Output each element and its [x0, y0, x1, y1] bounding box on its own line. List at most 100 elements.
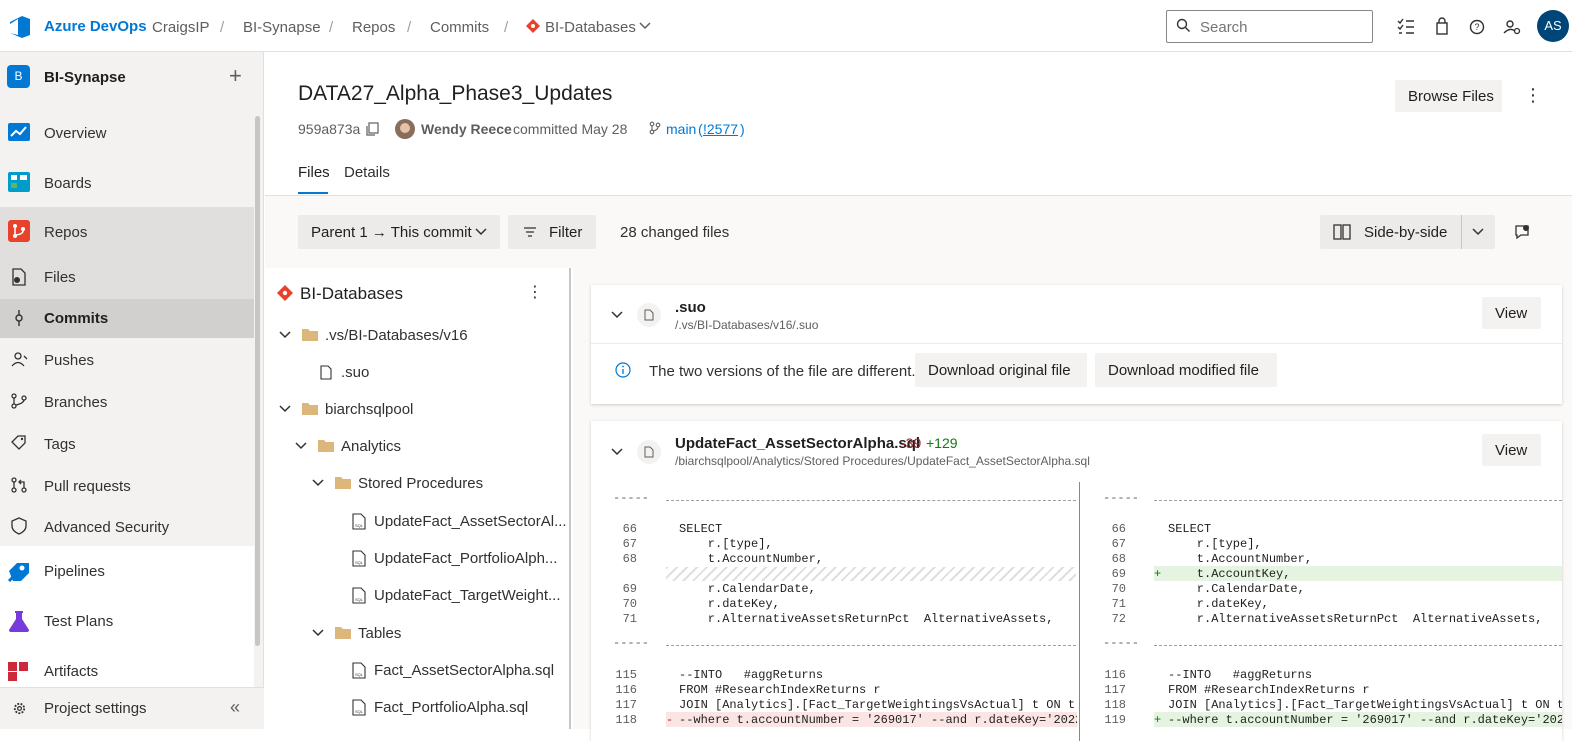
- pipelines-icon: [7, 563, 29, 583]
- tree-file[interactable]: SQL Fact_PortfolioAlpha.sql: [265, 689, 569, 726]
- comments-icon[interactable]: [1514, 224, 1530, 240]
- hunk-marker: -----: [613, 491, 650, 505]
- chevron-down-icon[interactable]: [611, 311, 623, 319]
- chevron-down-icon[interactable]: [611, 448, 623, 456]
- browse-files-button[interactable]: Browse Files: [1395, 80, 1502, 112]
- tree-file[interactable]: SQL UpdateFact_PortfolioAlph...: [265, 540, 569, 577]
- user-avatar[interactable]: AS: [1537, 10, 1569, 42]
- nav-test-plans[interactable]: Test Plans: [0, 596, 254, 646]
- side-by-side-button[interactable]: Side-by-side: [1320, 215, 1495, 249]
- hunk-marker: -----: [1103, 491, 1140, 505]
- breadcrumb-org[interactable]: CraigsIP: [152, 19, 210, 36]
- nav-pipelines[interactable]: Pipelines: [0, 546, 254, 596]
- task-list-icon[interactable]: [1395, 16, 1417, 38]
- compare-dropdown[interactable]: Parent 1 → This commit: [298, 215, 500, 249]
- view-file-button[interactable]: View: [1482, 297, 1541, 329]
- branch-link[interactable]: main: [666, 121, 696, 137]
- nav-files-label: Files: [44, 269, 76, 286]
- brand-link[interactable]: Azure DevOps: [44, 18, 147, 35]
- nav-boards-label: Boards: [44, 175, 92, 192]
- help-icon[interactable]: ?: [1466, 16, 1488, 38]
- nav-tags[interactable]: Tags: [0, 422, 254, 464]
- more-options-icon[interactable]: ⋮: [1524, 85, 1542, 106]
- repos-icon: [8, 220, 30, 242]
- new-item-plus-icon[interactable]: +: [229, 63, 242, 89]
- line-number: 118: [1104, 698, 1126, 712]
- pull-request-link[interactable]: !2577: [703, 121, 738, 137]
- code-line: t.AccountNumber,: [679, 552, 824, 566]
- file-tree: BI-Databases ⋮ .vs/BI-Databases/v16 .suo…: [265, 268, 571, 729]
- collapse-sidebar-icon[interactable]: «: [230, 697, 240, 718]
- breadcrumb-repo[interactable]: BI-Databases: [545, 19, 636, 36]
- author-name[interactable]: Wendy Reece: [421, 121, 512, 137]
- nav-overview[interactable]: Overview: [0, 107, 254, 157]
- sql-file-icon: SQL: [352, 513, 366, 530]
- tree-more-icon[interactable]: ⋮: [527, 282, 543, 302]
- diff-split-divider: [1079, 482, 1080, 741]
- line-number: 66: [1111, 522, 1126, 536]
- tree-folder[interactable]: .vs/BI-Databases/v16: [265, 317, 569, 354]
- tree-folder[interactable]: Analytics: [265, 428, 569, 465]
- copy-icon[interactable]: [366, 122, 379, 136]
- code-line: SELECT: [679, 522, 723, 536]
- changed-files-count: 28 changed files: [620, 224, 730, 241]
- download-modified-button[interactable]: Download modified file: [1095, 353, 1277, 387]
- tree-folder[interactable]: Stored Procedures: [265, 465, 569, 502]
- nav-commits[interactable]: Commits: [0, 299, 254, 338]
- git-repo-icon: [277, 285, 293, 301]
- chevron-down-icon[interactable]: [639, 22, 651, 30]
- tree-file[interactable]: .suo: [265, 354, 569, 391]
- left-navigation: B BI-Synapse + Overview Boards Repos Fil…: [0, 52, 264, 729]
- git-repo-icon: [526, 19, 540, 33]
- tree-file[interactable]: SQL Fact_AssetSectorAlpha.sql: [265, 652, 569, 689]
- nav-advanced-security[interactable]: Advanced Security: [0, 506, 254, 546]
- tree-folder[interactable]: biarchsqlpool: [265, 391, 569, 428]
- tab-files[interactable]: Files: [298, 164, 330, 181]
- chevron-down-icon[interactable]: [1472, 228, 1484, 236]
- nav-branches[interactable]: Branches: [0, 380, 254, 422]
- line-number: 70: [1111, 582, 1126, 596]
- breadcrumb-project[interactable]: BI-Synapse: [243, 19, 321, 36]
- marketplace-bag-icon[interactable]: [1431, 16, 1453, 38]
- nav-pushes[interactable]: Pushes: [0, 338, 254, 380]
- chevron-down-icon: [312, 479, 324, 487]
- commit-hash: 959a873a: [298, 121, 361, 137]
- filter-button[interactable]: Filter: [508, 215, 596, 249]
- tree-file[interactable]: SQL UpdateFact_TargetWeight...: [265, 577, 569, 614]
- search-box[interactable]: [1166, 10, 1373, 43]
- download-original-button[interactable]: Download original file: [915, 353, 1087, 387]
- nav-overview-label: Overview: [44, 125, 107, 142]
- breadcrumb-commits[interactable]: Commits: [430, 19, 489, 36]
- code-line: r.[type],: [679, 537, 773, 551]
- tree-folder[interactable]: Tables: [265, 615, 569, 652]
- nav-advanced-security-label: Advanced Security: [44, 519, 170, 536]
- breadcrumb-separator: /: [220, 19, 225, 36]
- azure-devops-logo-icon[interactable]: [8, 15, 32, 39]
- nav-repos[interactable]: Repos: [0, 207, 254, 255]
- user-settings-icon[interactable]: [1501, 16, 1523, 38]
- line-number: 118: [615, 713, 637, 727]
- line-number: 71: [1111, 597, 1126, 611]
- sidebar-scrollbar[interactable]: [255, 116, 260, 646]
- tags-icon: [11, 435, 26, 450]
- hunk-marker: -----: [613, 636, 650, 650]
- nav-artifacts[interactable]: Artifacts: [0, 646, 254, 687]
- nav-files[interactable]: Files: [0, 255, 254, 299]
- nav-pull-requests[interactable]: Pull requests: [0, 464, 254, 506]
- project-name[interactable]: BI-Synapse: [44, 69, 126, 86]
- breadcrumb-repos[interactable]: Repos: [352, 19, 395, 36]
- side-by-side-icon: [1333, 224, 1351, 240]
- sql-file-icon: SQL: [352, 587, 366, 604]
- project-header[interactable]: B BI-Synapse +: [0, 52, 264, 102]
- project-settings[interactable]: Project settings «: [0, 687, 264, 729]
- tab-details[interactable]: Details: [344, 164, 390, 181]
- added-marker: +: [1154, 713, 1162, 727]
- search-input[interactable]: [1200, 17, 1360, 37]
- view-file-button[interactable]: View: [1482, 434, 1541, 466]
- file-diff-card: UpdateFact_AssetSectorAlpha.sql -39 +129…: [591, 421, 1562, 741]
- tree-file[interactable]: SQL UpdateFact_AssetSectorAl...: [265, 503, 569, 540]
- chevron-down-icon: [279, 331, 291, 339]
- nav-boards[interactable]: Boards: [0, 157, 254, 207]
- nav-pipelines-label: Pipelines: [44, 563, 105, 580]
- commits-icon: [15, 310, 23, 326]
